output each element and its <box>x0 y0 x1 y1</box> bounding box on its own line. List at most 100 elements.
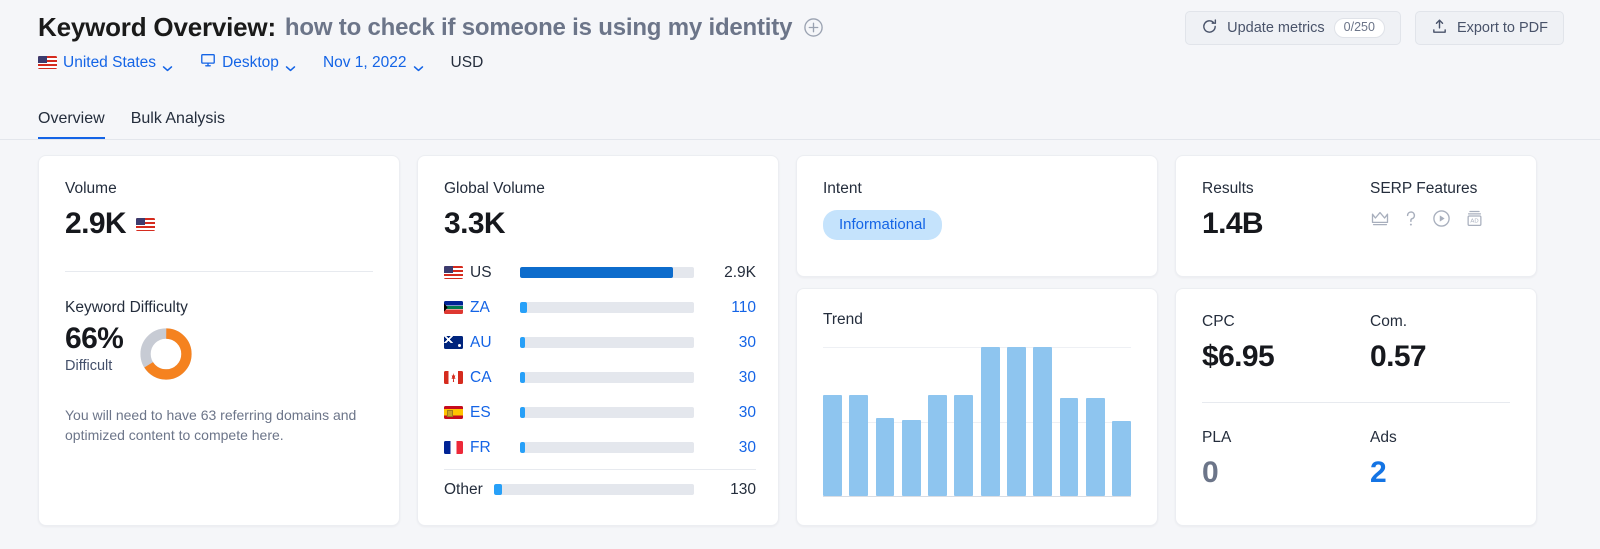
trend-bar[interactable] <box>1112 421 1131 495</box>
plus-circle-icon[interactable] <box>803 17 824 38</box>
country-code[interactable]: FR <box>470 439 520 457</box>
fr-flag-icon <box>444 441 463 454</box>
chevron-down-icon <box>285 59 296 66</box>
trend-bar[interactable] <box>902 420 921 496</box>
trend-label: Trend <box>823 311 1131 329</box>
currency-value: USD <box>451 54 484 72</box>
volume-bar-track <box>520 372 694 383</box>
keyword-difficulty-row: 66% Difficult <box>65 323 373 386</box>
volume-bar-track <box>520 337 694 348</box>
global-volume-card: Global Volume 3.3K US 2.9K ZA <box>417 155 779 526</box>
trend-bar-chart <box>823 347 1131 497</box>
tab-bulk-analysis[interactable]: Bulk Analysis <box>131 110 225 140</box>
list-item[interactable]: CA 30 <box>444 360 756 395</box>
global-volume-label: Global Volume <box>444 180 756 198</box>
volume-card: Volume 2.9K Keyword Difficulty 66% Diffi… <box>38 155 400 526</box>
ads-column: Ads 2 <box>1370 429 1510 490</box>
cpc-label: CPC <box>1202 313 1370 331</box>
ads-box-icon[interactable]: AD <box>1465 209 1484 233</box>
trend-bar[interactable] <box>1033 347 1052 496</box>
date-selector-label: Nov 1, 2022 <box>323 54 407 72</box>
global-volume-value: 3.3K <box>444 207 756 241</box>
keyword-difficulty-word: Difficult <box>65 358 123 374</box>
device-selector[interactable]: Desktop <box>200 52 296 73</box>
country-volume-value[interactable]: 30 <box>694 439 756 457</box>
list-item[interactable]: AU 30 <box>444 325 756 360</box>
intent-label: Intent <box>823 180 1131 198</box>
pla-column: PLA 0 <box>1202 429 1370 490</box>
chevron-down-icon <box>162 59 173 66</box>
keyword-difficulty-percent: 66% <box>65 323 123 355</box>
intent-badge[interactable]: Informational <box>823 210 942 240</box>
people-also-ask-question-icon[interactable] <box>1404 210 1418 233</box>
export-to-pdf-button[interactable]: Export to PDF <box>1415 11 1564 45</box>
serp-features-icons: AD <box>1370 209 1510 233</box>
chevron-down-icon <box>413 59 424 66</box>
trend-bar[interactable] <box>1060 398 1079 496</box>
volume-bar-track <box>494 484 694 495</box>
results-column: Results 1.4B <box>1202 180 1370 241</box>
keyword-difficulty-donut-chart <box>139 327 193 386</box>
country-volume-value[interactable]: 30 <box>694 404 756 422</box>
trend-bar[interactable] <box>1086 398 1105 496</box>
serp-features-label: SERP Features <box>1370 180 1510 198</box>
volume-value: 2.9K <box>65 207 126 241</box>
trend-card: Trend <box>796 288 1158 526</box>
competition-label: Com. <box>1370 313 1510 331</box>
list-item[interactable]: US 2.9K <box>444 255 756 290</box>
au-flag-icon <box>444 336 463 349</box>
other-volume-value: 130 <box>694 481 756 499</box>
trend-bar[interactable] <box>981 347 1000 496</box>
date-selector[interactable]: Nov 1, 2022 <box>323 54 424 72</box>
keyword-difficulty-label: Keyword Difficulty <box>65 299 373 317</box>
ads-label: Ads <box>1370 429 1510 447</box>
us-flag-icon <box>444 266 463 279</box>
list-item[interactable]: ZA 110 <box>444 290 756 325</box>
country-code[interactable]: AU <box>470 334 520 352</box>
volume-value-row: 2.9K <box>65 207 373 241</box>
featured-snippet-crown-icon[interactable] <box>1370 210 1390 233</box>
currency-label: USD <box>451 54 484 72</box>
country-volume-value[interactable]: 110 <box>694 299 756 317</box>
country-selector[interactable]: United States <box>38 54 173 72</box>
export-to-pdf-label: Export to PDF <box>1457 20 1548 36</box>
page-header: Keyword Overview: how to check if someon… <box>0 0 1600 140</box>
update-metrics-button[interactable]: Update metrics 0/250 <box>1185 11 1401 45</box>
country-code[interactable]: ES <box>470 404 520 422</box>
volume-bar-fill <box>494 484 502 495</box>
chart-baseline <box>823 496 1131 498</box>
volume-bar-track <box>520 302 694 313</box>
volume-bar-track <box>520 407 694 418</box>
country-volume-value[interactable]: 30 <box>694 369 756 387</box>
video-play-icon[interactable] <box>1432 209 1451 233</box>
global-volume-divider <box>444 469 756 470</box>
list-item[interactable]: FR 30 <box>444 430 756 465</box>
results-value: 1.4B <box>1202 207 1370 241</box>
country-code[interactable]: CA <box>470 369 520 387</box>
country-volume-value[interactable]: 30 <box>694 334 756 352</box>
tab-overview[interactable]: Overview <box>38 110 105 140</box>
ads-value[interactable]: 2 <box>1370 456 1510 490</box>
es-flag-icon <box>444 406 463 419</box>
trend-bar[interactable] <box>928 395 947 496</box>
keyword-difficulty-note: You will need to have 63 referring domai… <box>65 406 373 446</box>
country-code[interactable]: ZA <box>470 299 520 317</box>
ca-flag-icon <box>444 371 463 384</box>
trend-bar[interactable] <box>1007 347 1026 496</box>
cpc-card: CPC $6.95 Com. 0.57 PLA 0 Ads 2 <box>1175 288 1537 526</box>
competition-value: 0.57 <box>1370 340 1510 374</box>
country-code: US <box>470 264 520 282</box>
list-item[interactable]: ES 30 <box>444 395 756 430</box>
trend-bar[interactable] <box>823 395 842 496</box>
country-volume-value: 2.9K <box>694 264 756 282</box>
competition-column: Com. 0.57 <box>1370 313 1510 374</box>
us-flag-icon <box>136 218 155 231</box>
page-title-keyword: how to check if someone is using my iden… <box>285 14 792 42</box>
monitor-icon <box>200 52 216 73</box>
volume-label: Volume <box>65 180 373 198</box>
header-divider <box>0 139 1600 140</box>
trend-bar[interactable] <box>876 418 895 495</box>
trend-bar[interactable] <box>849 395 868 496</box>
us-flag-icon <box>38 56 57 69</box>
trend-bar[interactable] <box>954 395 973 496</box>
